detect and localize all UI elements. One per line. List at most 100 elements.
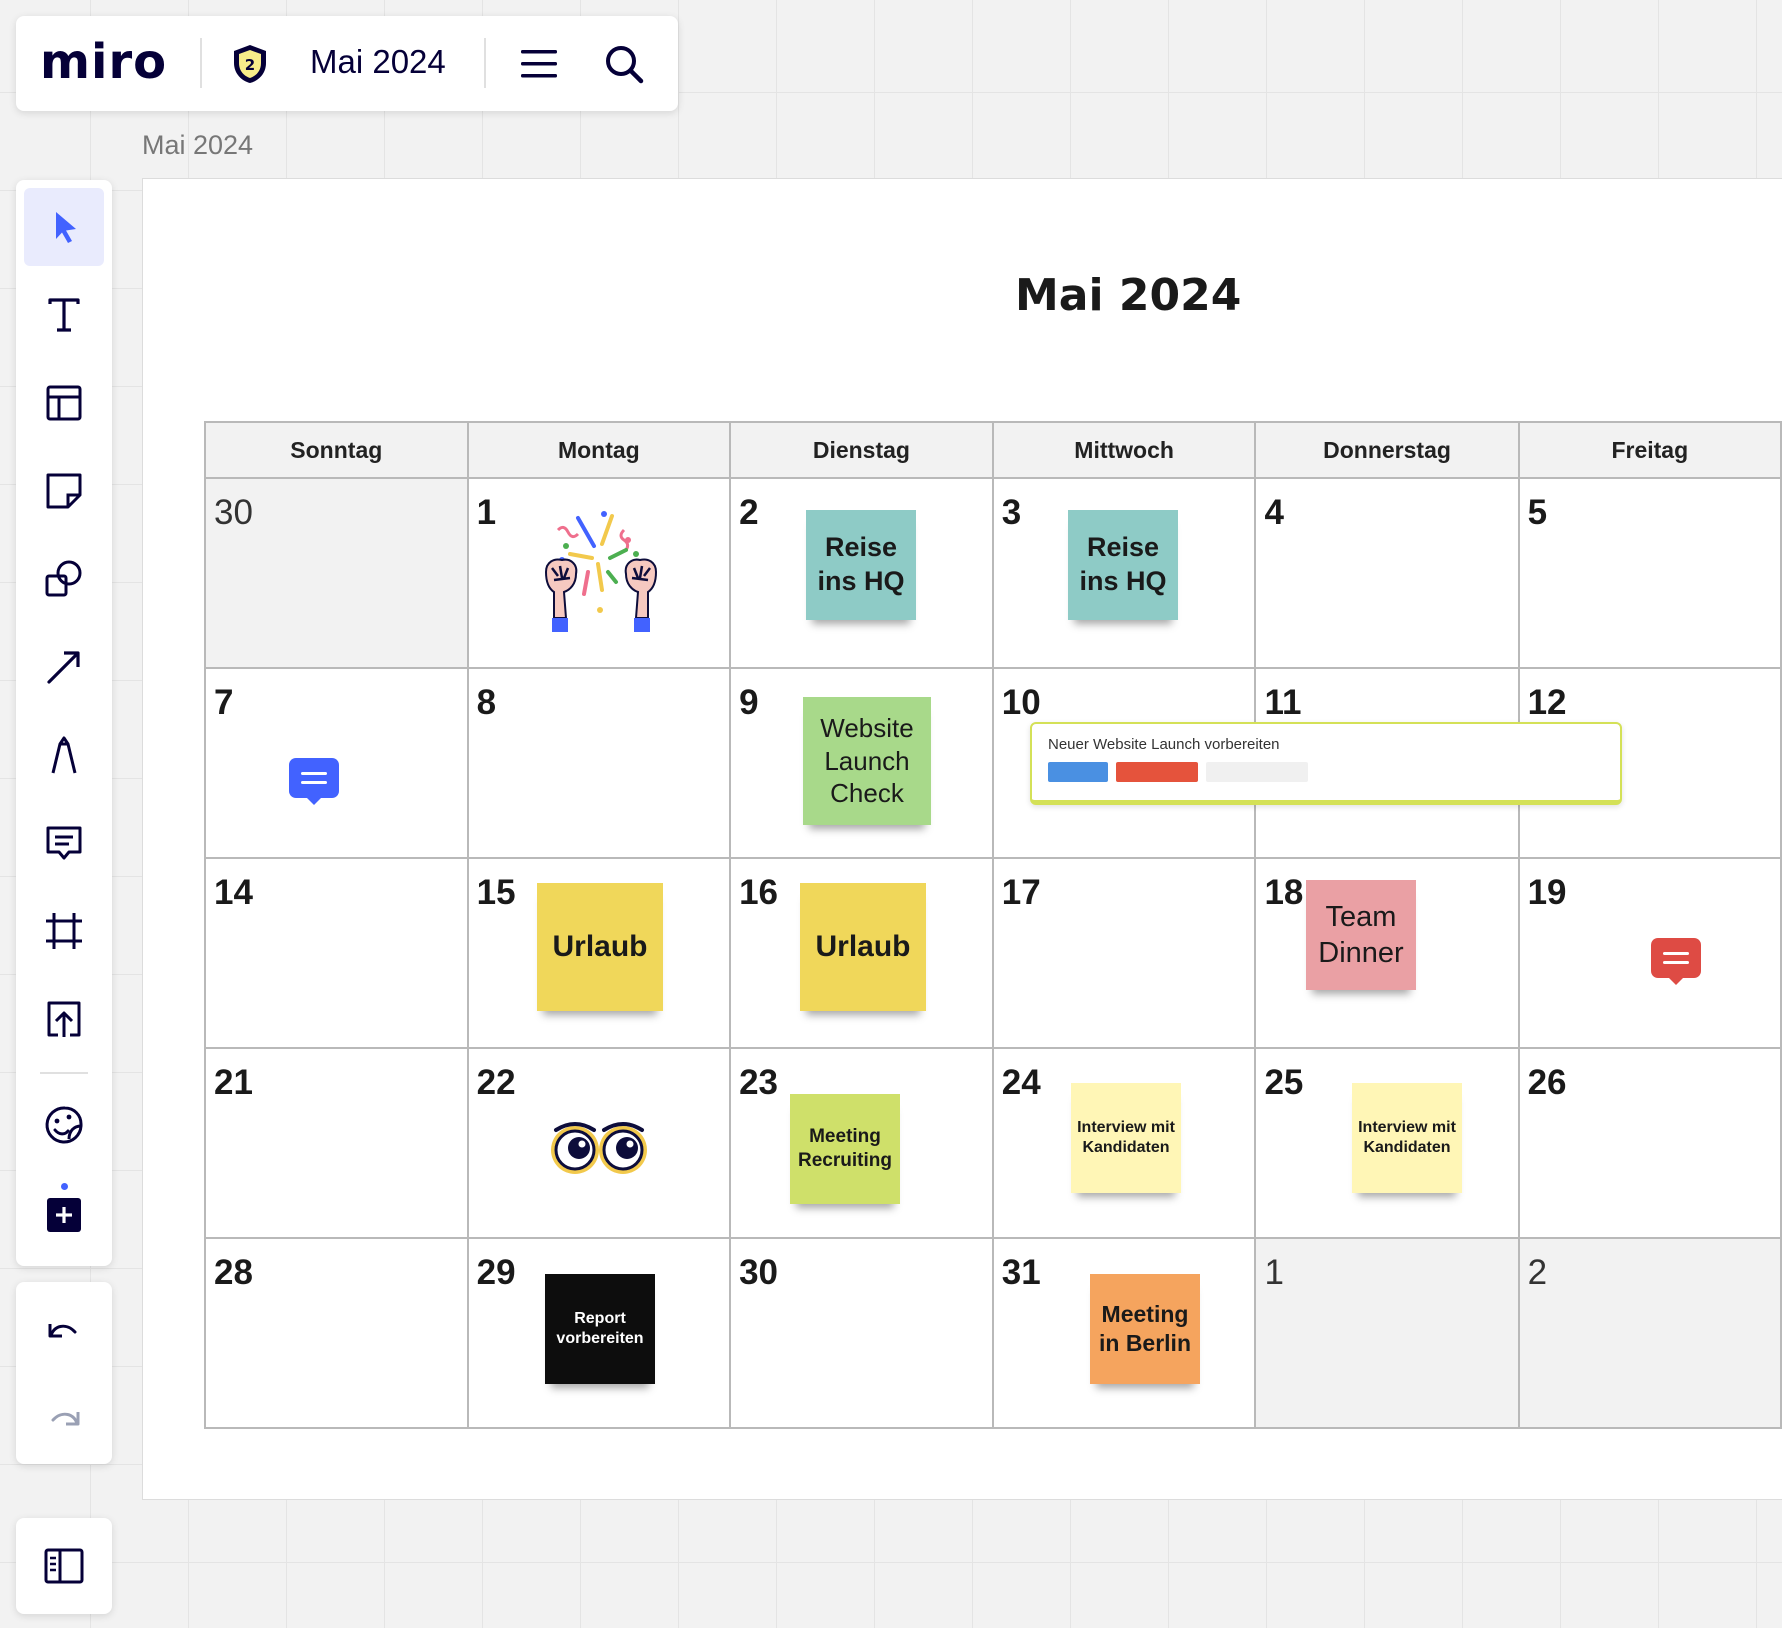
day-number: 2 — [1527, 1253, 1548, 1292]
sticky-note-text: Meeting in Berlin — [1098, 1301, 1191, 1356]
redo-button[interactable] — [24, 1378, 104, 1456]
day-cell[interactable]: 4 — [1254, 477, 1520, 669]
day-number: 8 — [476, 683, 497, 722]
templates-tool[interactable] — [24, 364, 104, 442]
day-cell[interactable]: 17 — [991, 857, 1257, 1049]
comment-line — [1663, 952, 1689, 955]
day-cell[interactable]: 26 — [1517, 1047, 1782, 1239]
plan-shield-icon[interactable]: 2 — [230, 43, 270, 85]
day-number: 10 — [1001, 683, 1041, 722]
select-tool[interactable] — [24, 188, 104, 266]
sticky-note[interactable]: Team Dinner — [1306, 880, 1416, 990]
templates-icon — [46, 385, 82, 421]
undo-button[interactable] — [24, 1290, 104, 1368]
weekday-header-row: Sonntag Montag Dienstag Mittwoch Donners… — [204, 421, 1782, 479]
comment-tool[interactable] — [24, 804, 104, 882]
day-number: 2 — [739, 493, 759, 532]
arrow-tool[interactable] — [24, 628, 104, 706]
divider — [484, 38, 486, 88]
sticky-note[interactable]: Reise ins HQ — [806, 510, 916, 620]
weekday-header: Donnerstag — [1254, 421, 1520, 479]
weekday-header: Montag — [466, 421, 732, 479]
day-cell[interactable]: 21 — [204, 1047, 469, 1239]
sticky-note[interactable]: Website Launch Check — [803, 697, 931, 825]
calendar-title[interactable]: Mai 2024 — [1015, 270, 1241, 321]
sticky-note-text: Reise ins HQ — [817, 532, 905, 596]
day-number: 17 — [1001, 873, 1041, 912]
miro-logo[interactable]: miro — [40, 36, 167, 88]
day-cell[interactable]: 30 — [729, 1237, 994, 1429]
task-tag[interactable] — [1048, 762, 1108, 782]
day-cell[interactable]: 8 — [466, 667, 732, 859]
day-number: 21 — [214, 1063, 253, 1102]
more-apps-tool[interactable] — [24, 1174, 104, 1252]
sticky-note[interactable]: Meeting in Berlin — [1090, 1274, 1200, 1384]
sticky-note[interactable]: Meeting Recruiting — [790, 1094, 900, 1204]
day-number: 28 — [214, 1253, 253, 1292]
sticker-tool[interactable] — [24, 1086, 104, 1164]
day-number: 14 — [214, 873, 253, 912]
day-number: 25 — [1264, 1063, 1304, 1102]
upload-tool[interactable] — [24, 980, 104, 1058]
undo-icon — [48, 1324, 77, 1338]
sticker-icon — [45, 1106, 83, 1144]
day-number: 16 — [739, 873, 779, 912]
day-cell[interactable]: 2 — [1517, 1237, 1782, 1429]
shapes-tool[interactable] — [24, 540, 104, 618]
upload-icon — [47, 1001, 81, 1037]
day-number: 9 — [739, 683, 759, 722]
sticky-note-tool[interactable] — [24, 452, 104, 530]
calendar-week-row: 14 15 16 17 18 19 — [204, 857, 1782, 1049]
sticky-note[interactable]: Interview mit Kandidaten — [1071, 1083, 1181, 1193]
frame-tool[interactable] — [24, 892, 104, 970]
board-title[interactable]: Mai 2024 — [310, 42, 446, 82]
comment-line — [301, 781, 327, 784]
top-bar: miro 2 Mai 2024 — [16, 16, 678, 111]
day-number: 7 — [214, 683, 234, 722]
day-number: 18 — [1264, 873, 1304, 912]
comment-pin[interactable] — [1651, 938, 1701, 985]
day-number: 3 — [1001, 493, 1022, 532]
sticky-note-text: Urlaub — [552, 930, 648, 964]
sticky-note-text: Reise ins HQ — [1079, 532, 1167, 596]
sticky-note-icon — [46, 473, 82, 509]
task-card-title: Neuer Website Launch vorbereiten — [1048, 736, 1280, 753]
panels-toolbar — [16, 1518, 112, 1614]
frame-label[interactable]: Mai 2024 — [142, 130, 253, 161]
celebration-sticker[interactable] — [540, 510, 662, 634]
day-number: 12 — [1527, 683, 1567, 722]
calendar-week-row: 30 1 2 3 4 5 — [204, 477, 1782, 669]
day-cell[interactable]: 1 — [1254, 1237, 1520, 1429]
day-number: 26 — [1527, 1063, 1567, 1102]
task-card[interactable]: Neuer Website Launch vorbereiten — [1030, 722, 1622, 805]
weekday-header: Dienstag — [729, 421, 994, 479]
day-cell[interactable]: 19 — [1517, 857, 1782, 1049]
comment-pin[interactable] — [289, 758, 339, 805]
sticky-note[interactable]: Interview mit Kandidaten — [1352, 1083, 1462, 1193]
day-cell[interactable]: 14 — [204, 857, 469, 1049]
sticky-note[interactable]: Urlaub — [800, 883, 926, 1011]
day-number: 30 — [214, 493, 253, 532]
day-number: 23 — [739, 1063, 779, 1102]
history-toolbar — [16, 1282, 112, 1464]
search-icon[interactable] — [602, 42, 646, 86]
pen-icon — [51, 736, 77, 774]
eyes-sticker[interactable] — [548, 1120, 650, 1178]
task-tag[interactable] — [1206, 762, 1308, 782]
day-cell[interactable]: 5 — [1517, 477, 1782, 669]
menu-icon[interactable] — [519, 44, 559, 84]
divider — [40, 1072, 88, 1074]
pen-tool[interactable] — [24, 716, 104, 794]
day-cell[interactable]: 28 — [204, 1237, 469, 1429]
calendar-table[interactable]: Sonntag Montag Dienstag Mittwoch Donners… — [204, 421, 1782, 1429]
frame-icon — [46, 913, 82, 949]
text-tool[interactable] — [24, 276, 104, 354]
day-cell[interactable]: 30 — [204, 477, 469, 669]
sticky-note[interactable]: Urlaub — [537, 883, 663, 1011]
sticky-note[interactable]: Report vorbereiten — [545, 1274, 655, 1384]
creation-toolbar — [16, 180, 112, 1266]
sidebar-panel-button[interactable] — [24, 1527, 104, 1605]
weekday-header: Freitag — [1517, 421, 1782, 479]
sticky-note[interactable]: Reise ins HQ — [1068, 510, 1178, 620]
task-tag[interactable] — [1116, 762, 1198, 782]
